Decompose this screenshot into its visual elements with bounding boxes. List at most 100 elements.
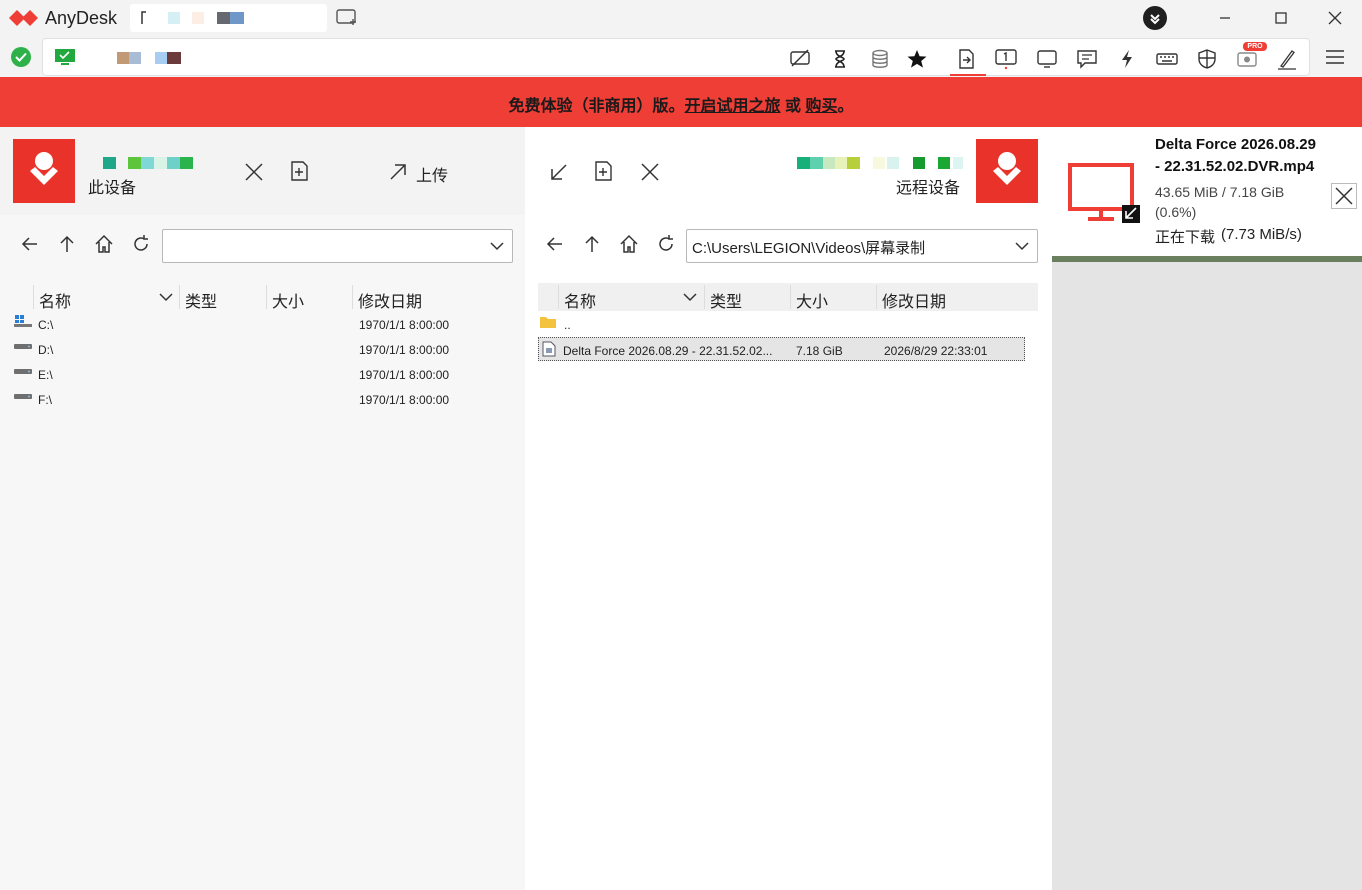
transfer-filename-line2: - 22.31.52.02.DVR.mp4 — [1155, 158, 1315, 175]
star-icon[interactable] — [906, 48, 928, 70]
start-trial-link[interactable]: 开启试用之旅 — [685, 98, 781, 115]
chat-icon[interactable] — [1076, 48, 1098, 70]
sort-chevron-icon[interactable] — [683, 292, 697, 302]
home-icon[interactable] — [618, 233, 640, 255]
redacted-block — [141, 157, 154, 169]
banner-or: 或 — [780, 98, 806, 115]
new-folder-icon[interactable] — [593, 160, 615, 182]
column-name[interactable]: 名称 — [39, 288, 71, 312]
remote-device-logo — [976, 139, 1038, 203]
refresh-icon[interactable] — [655, 233, 677, 255]
monitor-download-icon — [1068, 163, 1140, 223]
redacted-block — [913, 157, 925, 169]
monitor-icon[interactable] — [1036, 48, 1058, 70]
column-modified[interactable]: 修改日期 — [358, 288, 422, 312]
session-address-field[interactable]: PRO — [42, 38, 1310, 76]
record-session-icon[interactable] — [1236, 48, 1258, 70]
banner-prefix: 免费体验（非商用）版。 — [508, 98, 685, 115]
transfer-speed: (7.73 MiB/s) — [1221, 226, 1302, 243]
back-arrow-icon[interactable] — [19, 233, 41, 255]
cancel-icon[interactable] — [639, 161, 661, 183]
refresh-icon[interactable] — [130, 233, 152, 255]
close-window-icon[interactable] — [1324, 8, 1346, 28]
cursor-icon — [141, 11, 146, 24]
new-session-icon[interactable] — [336, 8, 358, 28]
actions-lightning-icon[interactable] — [1116, 48, 1138, 70]
column-size[interactable]: 大小 — [272, 288, 304, 312]
folder-icon — [540, 317, 556, 328]
redacted-block — [103, 157, 116, 169]
trial-banner: 免费体验（非商用）版。开启试用之旅 或 购买。 — [0, 77, 1362, 127]
column-name[interactable]: 名称 — [564, 288, 596, 312]
table-row[interactable]: Delta Force 2026.08.29 - 22.31.52.02... … — [538, 337, 1025, 361]
upload-button[interactable]: 上传 — [416, 162, 448, 186]
privacy-mode-icon[interactable] — [789, 48, 811, 70]
column-modified[interactable]: 修改日期 — [882, 288, 946, 312]
redacted-block — [797, 157, 810, 169]
session-tab[interactable] — [130, 4, 327, 32]
column-divider — [558, 285, 559, 309]
chevron-down-icon[interactable] — [490, 240, 504, 252]
download-indicator-icon[interactable] — [1143, 6, 1167, 30]
column-type[interactable]: 类型 — [710, 288, 742, 312]
local-column-header: 名称 类型 大小 修改日期 — [0, 283, 520, 311]
upload-arrow-icon[interactable] — [387, 161, 409, 183]
keyboard-icon[interactable] — [1156, 48, 1178, 70]
chevron-down-icon[interactable] — [1015, 240, 1029, 252]
remote-path-field[interactable]: C:\Users\LEGION\Videos\屏幕录制 — [686, 229, 1038, 263]
session-toolbar: PRO — [0, 37, 1362, 77]
redacted-block — [167, 52, 181, 64]
transfer-card: Delta Force 2026.08.29 - 22.31.52.02.DVR… — [1052, 127, 1362, 261]
table-row[interactable]: D:\ 1970/1/1 8:00:00 — [10, 337, 510, 361]
table-row[interactable]: E:\ 1970/1/1 8:00:00 — [10, 362, 510, 386]
table-row[interactable]: C:\ 1970/1/1 8:00:00 — [10, 312, 510, 336]
redacted-block — [129, 52, 141, 64]
redacted-block — [847, 157, 860, 169]
transfer-progress-text: 43.65 MiB / 7.18 GiB — [1155, 184, 1285, 200]
drive-name: D:\ — [38, 343, 54, 357]
column-size[interactable]: 大小 — [796, 288, 828, 312]
table-row[interactable]: F:\ 1970/1/1 8:00:00 — [10, 387, 510, 411]
cancel-transfer-button[interactable] — [1331, 183, 1357, 209]
up-arrow-icon[interactable] — [581, 233, 603, 255]
app-title: AnyDesk — [45, 8, 118, 28]
display-1-icon[interactable] — [995, 48, 1017, 70]
local-device-logo — [13, 139, 75, 203]
column-type[interactable]: 类型 — [185, 288, 217, 312]
parent-folder-row[interactable]: .. — [538, 312, 1025, 336]
sort-chevron-icon[interactable] — [159, 292, 173, 302]
menu-hamburger-icon[interactable] — [1324, 46, 1346, 68]
drive-modified: 1970/1/1 8:00:00 — [359, 318, 450, 332]
local-path-field[interactable] — [162, 229, 513, 263]
remote-path-text: C:\Users\LEGION\Videos\屏幕录制 — [692, 240, 926, 257]
drive-name: E:\ — [38, 368, 53, 382]
column-divider — [179, 285, 180, 309]
redacted-block — [192, 12, 204, 24]
column-divider — [33, 285, 34, 309]
home-icon[interactable] — [93, 233, 115, 255]
column-divider — [704, 285, 705, 309]
download-arrow-icon[interactable] — [548, 161, 570, 183]
database-icon[interactable] — [869, 48, 891, 70]
buy-link[interactable]: 购买 — [805, 98, 837, 115]
transfer-status: 正在下载 — [1155, 229, 1216, 246]
cancel-icon[interactable] — [243, 161, 265, 183]
drive-modified: 1970/1/1 8:00:00 — [359, 393, 450, 407]
back-arrow-icon[interactable] — [544, 233, 566, 255]
monitor-check-icon — [55, 49, 75, 65]
title-bar: AnyDesk — [0, 0, 1362, 37]
file-transfer-icon[interactable] — [955, 48, 977, 70]
file-modified: 2026/8/29 22:33:01 — [884, 344, 988, 358]
parent-folder-name: .. — [564, 318, 571, 332]
minimize-icon[interactable] — [1214, 8, 1236, 28]
hourglass-icon[interactable] — [829, 48, 851, 70]
draw-pen-icon[interactable] — [1276, 48, 1298, 70]
column-divider — [876, 285, 877, 309]
redacted-block — [168, 12, 180, 24]
new-folder-icon[interactable] — [289, 160, 311, 182]
permissions-shield-icon[interactable] — [1196, 48, 1218, 70]
up-arrow-icon[interactable] — [56, 233, 78, 255]
anydesk-logo-icon — [9, 10, 38, 26]
drive-name: F:\ — [38, 393, 52, 407]
maximize-icon[interactable] — [1270, 8, 1292, 28]
